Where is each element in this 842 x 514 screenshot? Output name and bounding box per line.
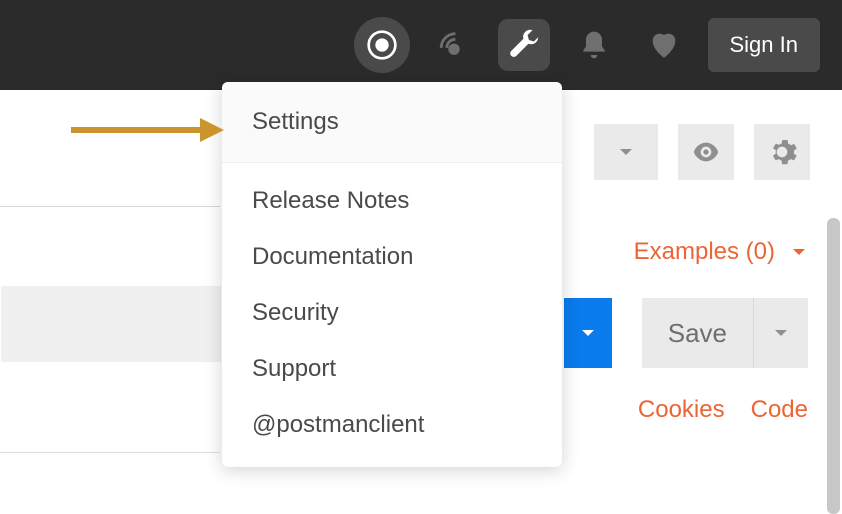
top-toolbar: Sign In [0,0,842,90]
settings-dropdown-menu: Settings Release Notes Documentation Sec… [222,82,562,467]
toolbar-row [594,124,810,180]
settings-button[interactable] [754,124,810,180]
dropdown-caret-button[interactable] [594,124,658,180]
save-dropdown-button[interactable] [754,298,808,368]
menu-item-support[interactable]: Support [222,341,562,397]
divider [0,206,220,207]
menu-item-documentation[interactable]: Documentation [222,229,562,285]
send-dropdown-button[interactable] [564,298,612,368]
wrench-icon[interactable] [498,19,550,71]
examples-row: Examples (0) [634,238,808,266]
caret-down-icon [579,324,597,342]
gear-icon [766,136,798,168]
eye-icon [690,136,722,168]
request-input-strip[interactable] [1,286,221,362]
code-link[interactable]: Code [751,396,808,424]
satellite-icon[interactable] [428,19,480,71]
cookies-link[interactable]: Cookies [638,396,725,424]
save-button[interactable]: Save [642,298,754,368]
view-button[interactable] [678,124,734,180]
caret-down-icon [772,324,790,342]
save-button-group: Save [642,298,808,368]
examples-caret[interactable] [790,243,808,261]
bottom-links: Cookies Code [638,396,808,424]
scrollbar-thumb[interactable] [827,218,840,514]
caret-down-icon [617,143,635,161]
save-row: Save [564,298,808,368]
sign-in-button[interactable]: Sign In [708,18,821,72]
sync-icon[interactable] [354,17,410,73]
heart-icon[interactable] [638,19,690,71]
examples-link[interactable]: Examples (0) [634,238,775,266]
caret-down-icon [790,243,808,261]
divider [0,452,220,453]
bell-icon[interactable] [568,19,620,71]
menu-item-security[interactable]: Security [222,285,562,341]
menu-item-settings[interactable]: Settings [222,82,562,163]
menu-item-twitter[interactable]: @postmanclient [222,397,562,467]
menu-item-release-notes[interactable]: Release Notes [222,163,562,229]
